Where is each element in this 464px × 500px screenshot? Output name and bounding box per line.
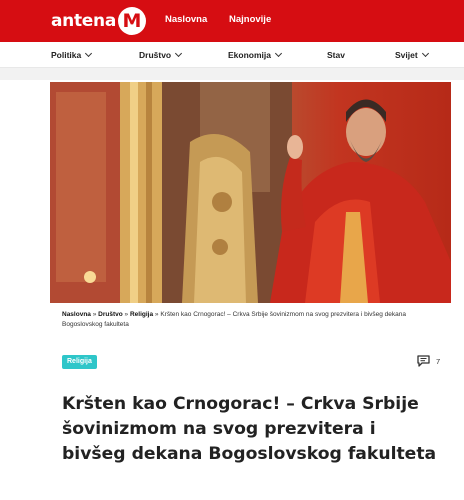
category-label: Društvo — [139, 50, 172, 60]
category-label: Ekonomija — [228, 50, 271, 60]
logo-badge-letter: M — [122, 9, 142, 32]
breadcrumb-home-link[interactable]: Naslovna — [62, 311, 91, 318]
category-menu: Politika Društvo Ekonomija Stav Svijet — [0, 42, 464, 68]
category-label: Politika — [51, 50, 82, 60]
breadcrumb-separator: » — [154, 311, 159, 318]
nav-link-naslovna[interactable]: Naslovna — [165, 14, 207, 25]
category-label: Stav — [327, 50, 345, 60]
chevron-down-icon — [85, 49, 93, 58]
chevron-down-icon — [274, 49, 283, 58]
article-title: Kršten kao Crnogorac! – Crkva Srbije šov… — [62, 394, 437, 464]
category-ekonomija[interactable]: Ekonomija — [228, 49, 283, 60]
antena-m-logo[interactable]: antena M — [51, 6, 147, 36]
comment-count: 7 — [436, 356, 441, 366]
comment-bubble-icon — [417, 355, 430, 367]
chevron-down-icon — [421, 49, 429, 58]
article-hero-image — [50, 82, 451, 303]
breadcrumb-subsection-link[interactable]: Religija — [130, 311, 153, 318]
breadcrumb-separator: » — [124, 311, 129, 318]
logo-wordmark: antena — [51, 11, 117, 31]
category-label: Svijet — [395, 50, 418, 60]
top-navigation-bar: antena M Naslovna Najnovije — [0, 0, 464, 42]
logo-badge: M — [118, 7, 147, 35]
chevron-down-icon — [175, 49, 183, 58]
category-drustvo[interactable]: Društvo — [139, 49, 183, 60]
page-background-strip — [0, 68, 464, 80]
hero-photo-priest-in-red-vestments — [50, 82, 451, 303]
comments-link[interactable]: 7 — [417, 355, 440, 367]
category-stav[interactable]: Stav — [327, 50, 345, 60]
category-tag-religija[interactable]: Religija — [62, 355, 97, 369]
breadcrumb-section-link[interactable]: Društvo — [98, 311, 123, 318]
category-politika[interactable]: Politika — [51, 49, 93, 60]
breadcrumb: Naslovna » Društvo » Religija » Kršten k… — [62, 310, 432, 330]
category-svijet[interactable]: Svijet — [395, 49, 429, 60]
breadcrumb-separator: » — [92, 311, 97, 318]
nav-link-najnovije[interactable]: Najnovije — [229, 14, 271, 25]
